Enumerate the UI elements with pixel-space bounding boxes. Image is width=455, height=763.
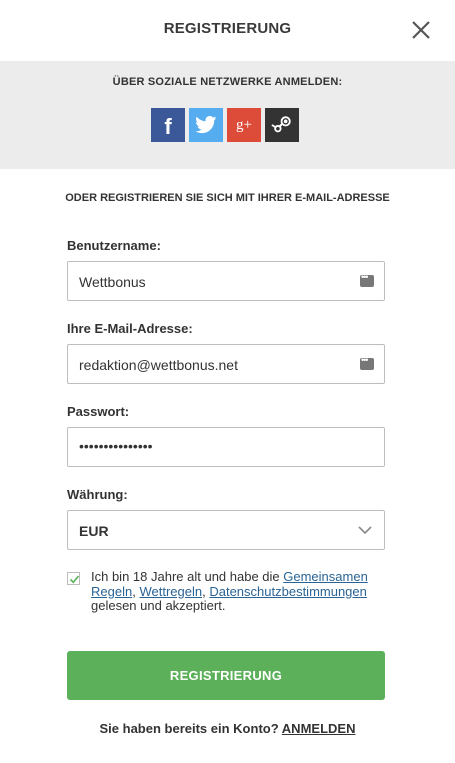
close-icon[interactable] bbox=[411, 20, 431, 40]
email-register-heading: ODER REGISTRIEREN SIE SICH MIT IHRER E-M… bbox=[65, 192, 390, 204]
betting-rules-link[interactable]: Wettregeln bbox=[139, 584, 202, 599]
register-button[interactable]: REGISTRIERUNG bbox=[67, 651, 385, 700]
password-label: Passwort: bbox=[67, 404, 130, 419]
checkmark-icon bbox=[69, 575, 80, 584]
terms-text-intro: Ich bin 18 Jahre alt und habe die bbox=[91, 569, 280, 584]
login-link[interactable]: ANMELDEN bbox=[282, 721, 356, 736]
terms-text: Ich bin 18 Jahre alt und habe die Gemein… bbox=[91, 569, 381, 614]
facebook-icon: f bbox=[164, 114, 172, 139]
modal-title: REGISTRIERUNG bbox=[163, 20, 292, 37]
username-field[interactable]: Wettbonus bbox=[67, 261, 385, 301]
login-prompt: Sie haben bereits ein Konto? bbox=[99, 721, 279, 736]
privacy-policy-link[interactable]: Datenschutzbestimmungen bbox=[209, 584, 367, 599]
terms-separator: , bbox=[132, 583, 136, 599]
currency-value: EUR bbox=[79, 523, 109, 539]
google-plus-icon: g+ bbox=[236, 116, 252, 133]
terms-text-outro: gelesen und akzeptiert. bbox=[91, 598, 226, 613]
email-value: redaktion@wettbonus.net bbox=[79, 357, 238, 373]
password-value: ••••••••••••••• bbox=[79, 438, 153, 454]
autofill-key-icon[interactable] bbox=[360, 355, 374, 370]
currency-label: Währung: bbox=[67, 487, 128, 502]
steam-icon bbox=[271, 116, 291, 133]
username-label: Benutzername: bbox=[67, 238, 161, 253]
login-prompt-row: Sie haben bereits ein Konto? ANMELDEN bbox=[0, 721, 455, 736]
autofill-key-icon[interactable] bbox=[360, 272, 374, 287]
twitter-button[interactable] bbox=[189, 108, 223, 142]
password-field[interactable]: ••••••••••••••• bbox=[67, 427, 385, 467]
chevron-down-icon bbox=[358, 526, 372, 535]
steam-button[interactable] bbox=[265, 108, 299, 142]
social-buttons: f g+ bbox=[151, 108, 299, 142]
modal-header: REGISTRIERUNG bbox=[0, 0, 455, 60]
currency-select[interactable]: EUR bbox=[67, 510, 385, 550]
terms-separator: , bbox=[202, 583, 206, 599]
email-field[interactable]: redaktion@wettbonus.net bbox=[67, 344, 385, 384]
twitter-icon bbox=[195, 116, 217, 134]
email-label: Ihre E-Mail-Adresse: bbox=[67, 321, 193, 336]
google-plus-button[interactable]: g+ bbox=[227, 108, 261, 142]
social-login-panel: ÜBER SOZIALE NETZWERKE ANMELDEN: f g+ bbox=[0, 61, 455, 169]
terms-checkbox[interactable] bbox=[67, 572, 80, 585]
username-value: Wettbonus bbox=[79, 274, 146, 290]
facebook-button[interactable]: f bbox=[151, 108, 185, 142]
social-login-label: ÜBER SOZIALE NETZWERKE ANMELDEN: bbox=[112, 76, 343, 88]
